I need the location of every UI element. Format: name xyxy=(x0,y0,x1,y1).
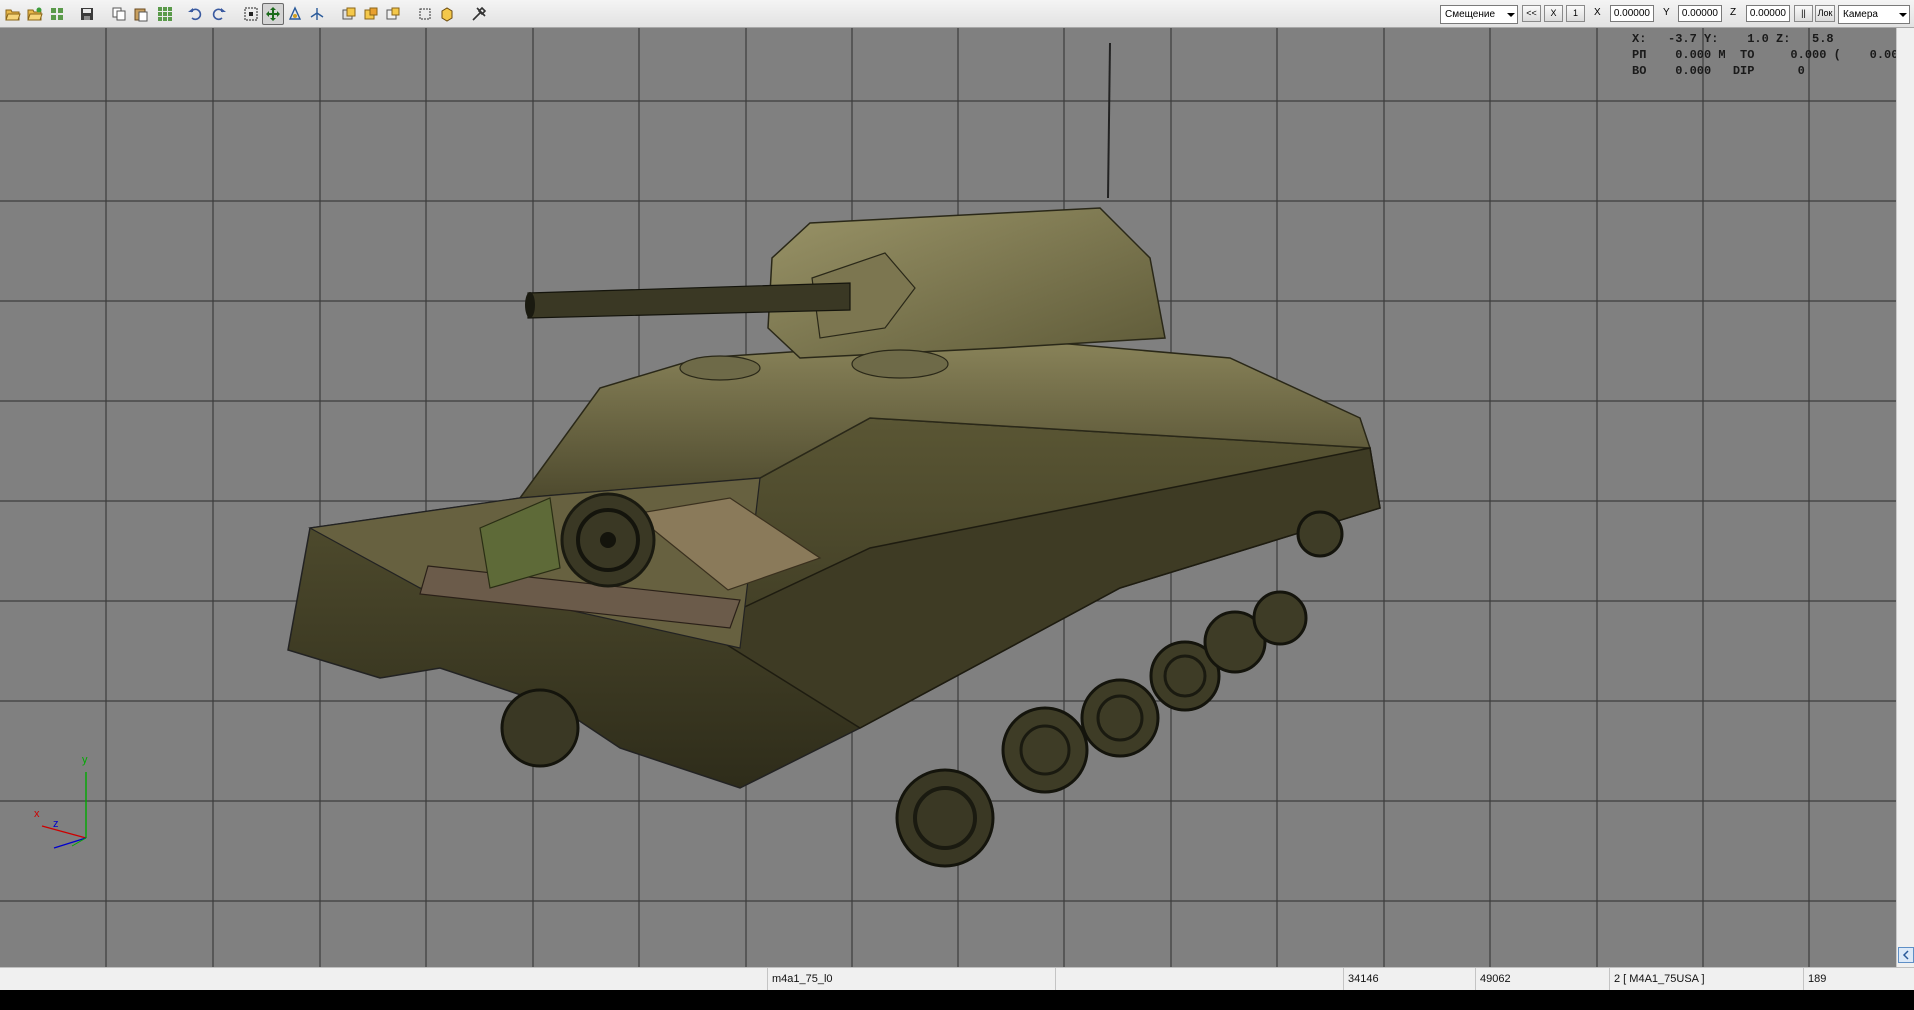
ungroup-icon[interactable] xyxy=(382,3,404,25)
coordinate-readout: X: -3.7 Y: 1.0 Z: 5.8 РП 0.000 М ТО 0.000… xyxy=(1632,31,1896,79)
mode-select[interactable]: Смещение xyxy=(1440,5,1518,24)
y-input[interactable]: 0.00000 xyxy=(1678,5,1722,22)
z-input[interactable]: 0.00000 xyxy=(1746,5,1790,22)
group-icon[interactable] xyxy=(360,3,382,25)
select-icon[interactable] xyxy=(240,3,262,25)
paste-icon[interactable] xyxy=(130,3,152,25)
3d-viewport[interactable]: y x z X: -3.7 Y: 1.0 Z: 5.8 РП 0.000 М ТО… xyxy=(0,28,1896,967)
vertical-scrollbar[interactable] xyxy=(1896,28,1914,967)
status-vertex-count: 34146 xyxy=(1344,968,1476,990)
axis-z-label: z xyxy=(53,818,59,830)
tank-model[interactable] xyxy=(287,42,1381,868)
status-cell-1 xyxy=(0,968,768,990)
axis-y-label: y xyxy=(82,754,88,766)
step-1-button[interactable]: 1 xyxy=(1566,5,1585,22)
axis-x-label: x xyxy=(34,808,40,820)
status-object-name: 2 [ M4A1_75USA ] xyxy=(1610,968,1804,990)
viewport-grid xyxy=(0,28,1896,967)
readout-line-2: РП 0.000 М ТО 0.000 ( 0.000 ) xyxy=(1632,48,1896,62)
axis-x-button[interactable]: X xyxy=(1544,5,1563,22)
object-icon[interactable] xyxy=(338,3,360,25)
grid-select-icon[interactable] xyxy=(154,3,176,25)
chevron-down-icon xyxy=(1899,13,1907,17)
rotate-icon[interactable] xyxy=(284,3,306,25)
open-folder-icon[interactable] xyxy=(2,3,24,25)
status-bar: m4a1_75_l0 34146 49062 2 [ M4A1_75USA ] … xyxy=(0,967,1914,990)
status-face-count: 49062 xyxy=(1476,968,1610,990)
toolbar: Смещение << X 1 X 0.00000 Y 0.00000 Z 0.… xyxy=(0,0,1914,28)
axis-gizmo xyxy=(41,772,87,849)
save-icon[interactable] xyxy=(76,3,98,25)
readout-line-1: X: -3.7 Y: 1.0 Z: 5.8 xyxy=(1632,32,1834,46)
z-label: Z xyxy=(1730,7,1737,18)
status-model-name: m4a1_75_l0 xyxy=(768,968,1056,990)
tools-icon[interactable] xyxy=(468,3,490,25)
scroll-collapse-button[interactable] xyxy=(1898,947,1914,963)
frame-icon[interactable] xyxy=(414,3,436,25)
y-label: Y xyxy=(1663,7,1670,18)
open-folder-alt-icon[interactable] xyxy=(24,3,46,25)
x-input[interactable]: 0.00000 xyxy=(1610,5,1654,22)
chevron-left-icon xyxy=(1902,950,1909,960)
mode-select-value: Смещение xyxy=(1445,9,1496,20)
prev-button[interactable]: << xyxy=(1522,5,1541,22)
copy-icon[interactable] xyxy=(108,3,130,25)
grid-icon[interactable] xyxy=(46,3,68,25)
local-button[interactable]: Лок xyxy=(1815,5,1835,22)
box-icon[interactable] xyxy=(436,3,458,25)
bottom-strip xyxy=(0,990,1914,1010)
pause-button[interactable]: || xyxy=(1794,5,1813,22)
scale-icon[interactable] xyxy=(306,3,328,25)
status-object-count: 189 xyxy=(1808,973,1827,985)
status-cell-3 xyxy=(1056,968,1344,990)
x-label: X xyxy=(1594,7,1601,18)
redo-icon[interactable] xyxy=(208,3,230,25)
camera-select-value: Камера xyxy=(1843,9,1878,20)
undo-icon[interactable] xyxy=(184,3,206,25)
camera-select[interactable]: Камера xyxy=(1838,5,1910,24)
chevron-down-icon xyxy=(1507,13,1515,17)
move-icon[interactable] xyxy=(262,3,284,25)
readout-line-3: ВО 0.000 DIP 0 xyxy=(1632,64,1805,78)
